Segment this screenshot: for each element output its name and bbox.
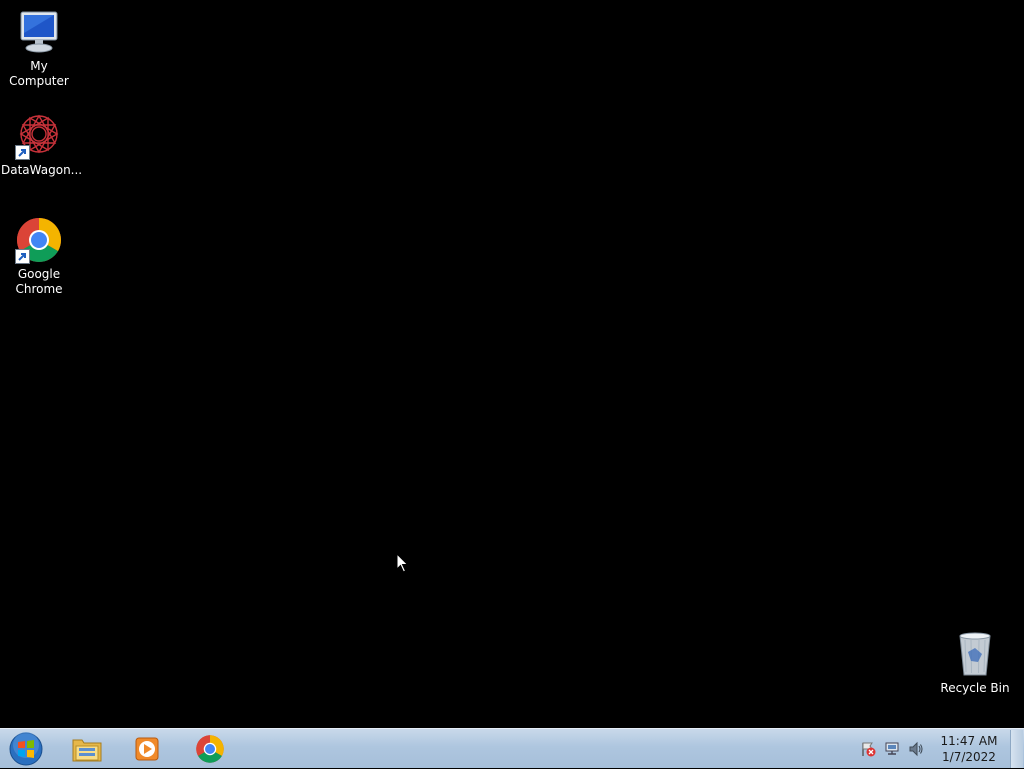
desktop-icon-datawagon[interactable]: DataWagon...	[1, 112, 83, 178]
desktop: My Computer DataWagon... Google Chrome R…	[0, 0, 1024, 728]
folder-icon	[72, 739, 102, 762]
volume-icon[interactable]	[907, 740, 925, 758]
show-desktop-button[interactable]	[1010, 730, 1023, 768]
desktop-icon-my-computer[interactable]: My Computer	[1, 8, 77, 89]
computer-icon	[15, 8, 63, 56]
desktop-icon-recycle-bin[interactable]: Recycle Bin	[937, 630, 1013, 696]
mouse-cursor-icon	[396, 553, 409, 573]
shortcut-arrow-icon	[15, 249, 30, 264]
datawagon-icon	[15, 112, 63, 160]
desktop-icon-label: My Computer	[9, 59, 69, 88]
start-button[interactable]	[5, 729, 47, 769]
desktop-icon-label: DataWagon...	[1, 163, 83, 177]
action-center-flag-icon[interactable]	[859, 740, 877, 758]
chrome-icon	[15, 216, 63, 264]
network-icon[interactable]	[883, 740, 901, 758]
taskbar: 11:47 AM 1/7/2022	[0, 728, 1024, 768]
notification-area: 11:47 AM 1/7/2022	[856, 729, 1024, 769]
desktop-icon-google-chrome[interactable]: Google Chrome	[1, 216, 77, 297]
desktop-icon-label: Google Chrome	[15, 267, 63, 296]
shortcut-arrow-icon	[15, 145, 30, 160]
taskbar-media-player-button[interactable]	[118, 730, 176, 768]
windows-orb-icon	[9, 732, 43, 766]
media-player-icon	[135, 737, 159, 761]
system-clock[interactable]: 11:47 AM 1/7/2022	[934, 733, 1004, 765]
clock-time: 11:47 AM	[940, 734, 998, 748]
chrome-icon	[196, 735, 224, 763]
recycle-bin-icon	[951, 630, 999, 678]
desktop-icon-label: Recycle Bin	[940, 681, 1010, 695]
taskbar-chrome-button[interactable]	[181, 730, 239, 768]
taskbar-explorer-button[interactable]	[58, 730, 116, 768]
clock-date: 1/7/2022	[942, 750, 996, 764]
